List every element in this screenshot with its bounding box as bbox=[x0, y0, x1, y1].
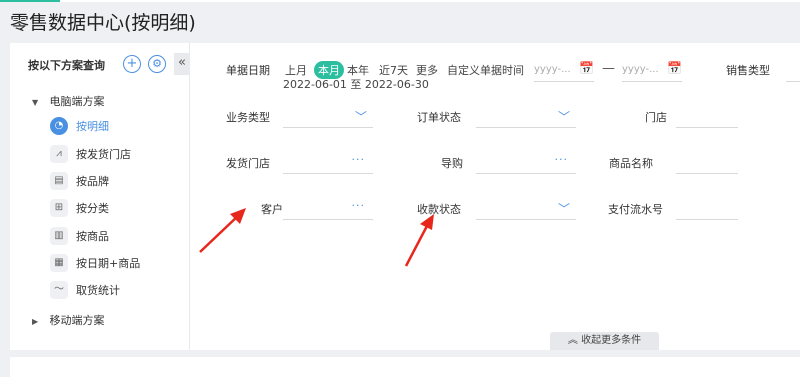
custom-date-label: 自定义单据时间 bbox=[447, 64, 524, 77]
payment-status-select[interactable]: ﹀ bbox=[476, 198, 576, 220]
chevron-up-icon: ︽ bbox=[567, 335, 578, 346]
payment-serial-input[interactable] bbox=[676, 198, 738, 220]
page-title: 零售数据中心(按明细) bbox=[10, 12, 196, 34]
sidebar-item-label: 取货统计 bbox=[76, 284, 120, 297]
start-date-input[interactable]: yyyy-... 📅 bbox=[534, 60, 594, 82]
customer-label: 客户 bbox=[261, 203, 283, 216]
chevron-down-icon: ﹀ bbox=[354, 110, 367, 124]
collapse-more-label: 收起更多条件 bbox=[581, 335, 642, 346]
customer-input[interactable]: ··· bbox=[283, 198, 373, 220]
tree-group-label: 电脑端方案 bbox=[49, 95, 105, 108]
end-date-placeholder: yyyy-... bbox=[622, 64, 659, 75]
arrow-shaft bbox=[199, 213, 241, 253]
chevron-down-icon: ﹀ bbox=[557, 202, 570, 216]
chevron-down-icon: ﹀ bbox=[557, 110, 570, 124]
business-type-select[interactable]: ﹀ bbox=[283, 106, 373, 128]
store-label: 门店 bbox=[645, 111, 667, 124]
sidebar-item-category[interactable]: ⊞ 按分类 bbox=[50, 198, 109, 218]
order-status-select[interactable]: ﹀ bbox=[476, 106, 576, 128]
gear-icon[interactable]: ⚙ bbox=[148, 55, 166, 73]
sidebar-header: 按以下方案查询 bbox=[28, 59, 105, 72]
sales-type-select[interactable] bbox=[786, 60, 800, 82]
sidebar-item-product[interactable]: ▥ 按商品 bbox=[50, 226, 109, 246]
trend-icon: 〜 bbox=[50, 281, 68, 299]
bar-chart-icon: ▥ bbox=[50, 227, 68, 245]
tree-group-mobile[interactable]: ▶ 移动端方案 bbox=[32, 312, 105, 328]
more-dots-icon[interactable]: ··· bbox=[555, 153, 569, 166]
business-type-label: 业务类型 bbox=[226, 111, 270, 124]
grid-icon: ⊞ bbox=[50, 199, 68, 217]
more-dots-icon[interactable]: ··· bbox=[352, 153, 366, 166]
sidebar-item-pickup-stats[interactable]: 〜 取货统计 bbox=[50, 280, 120, 300]
filter-form: 单据日期 上月 本月 本年 近7天 更多 自定义单据时间 yyyy-... 📅 … bbox=[190, 43, 800, 350]
chart-icon: ⩘ bbox=[50, 145, 68, 163]
annotation-arrow-customer bbox=[199, 208, 246, 253]
arrow-shaft bbox=[404, 223, 430, 267]
scheme-sidebar: 按以下方案查询 + ⚙ « ▼ 电脑端方案 ◔ 按明细 ⩘ 按发货门店 ▤ 按品… bbox=[10, 43, 190, 350]
product-name-label: 商品名称 bbox=[609, 157, 653, 170]
sidebar-item-label: 按发货门店 bbox=[76, 148, 131, 161]
payment-serial-label: 支付流水号 bbox=[608, 203, 663, 216]
sidebar-item-date-product[interactable]: ▦ 按日期+商品 bbox=[50, 253, 140, 273]
sidebar-item-label: 按日期+商品 bbox=[76, 257, 141, 270]
sidebar-item-label: 按分类 bbox=[76, 202, 109, 215]
shipping-store-label: 发货门店 bbox=[226, 157, 270, 170]
collapse-more-button[interactable]: ︽ 收起更多条件 bbox=[550, 332, 659, 350]
calendar-grid-icon: ▦ bbox=[50, 254, 68, 272]
date-separator: — bbox=[602, 61, 615, 76]
sales-type-label: 销售类型 bbox=[726, 64, 770, 77]
order-status-label: 订单状态 bbox=[417, 111, 461, 124]
top-accent-line bbox=[0, 0, 800, 2]
date-label: 单据日期 bbox=[226, 64, 270, 77]
shipping-store-input[interactable]: ··· bbox=[283, 152, 373, 174]
calendar-icon[interactable]: 📅 bbox=[667, 61, 682, 75]
sidebar-item-detail[interactable]: ◔ 按明细 bbox=[50, 116, 109, 136]
clock-icon: ◔ bbox=[50, 117, 68, 135]
more-dots-icon[interactable]: ··· bbox=[352, 199, 366, 212]
guide-input[interactable]: ··· bbox=[476, 152, 576, 174]
product-name-input[interactable] bbox=[676, 152, 738, 174]
store-input[interactable] bbox=[676, 106, 738, 128]
caret-down-icon: ▼ bbox=[32, 98, 39, 107]
plus-icon[interactable]: + bbox=[123, 55, 141, 73]
start-date-placeholder: yyyy-... bbox=[534, 64, 571, 75]
sidebar-item-label: 按商品 bbox=[76, 230, 109, 243]
annotation-arrow-payment-status bbox=[404, 214, 434, 267]
collapse-sidebar-button[interactable]: « bbox=[174, 53, 190, 75]
top-accent-bar bbox=[0, 0, 60, 2]
sidebar-item-brand[interactable]: ▤ 按品牌 bbox=[50, 171, 109, 191]
sidebar-item-label: 按明细 bbox=[76, 120, 109, 133]
end-date-input[interactable]: yyyy-... 📅 bbox=[622, 60, 682, 82]
caret-right-icon: ▶ bbox=[32, 317, 39, 326]
guide-label: 导购 bbox=[441, 157, 463, 170]
tree-group-label: 移动端方案 bbox=[49, 314, 105, 327]
results-area bbox=[10, 357, 800, 377]
date-range-text: 2022-06-01 至 2022-06-30 bbox=[283, 78, 429, 91]
sidebar-item-shipping-store[interactable]: ⩘ 按发货门店 bbox=[50, 144, 131, 164]
tree-group-desktop[interactable]: ▼ 电脑端方案 bbox=[32, 93, 105, 109]
main-panel: 按以下方案查询 + ⚙ « ▼ 电脑端方案 ◔ 按明细 ⩘ 按发货门店 ▤ 按品… bbox=[10, 43, 800, 350]
calendar-icon[interactable]: 📅 bbox=[579, 61, 594, 75]
sidebar-item-label: 按品牌 bbox=[76, 175, 109, 188]
id-card-icon: ▤ bbox=[50, 172, 68, 190]
